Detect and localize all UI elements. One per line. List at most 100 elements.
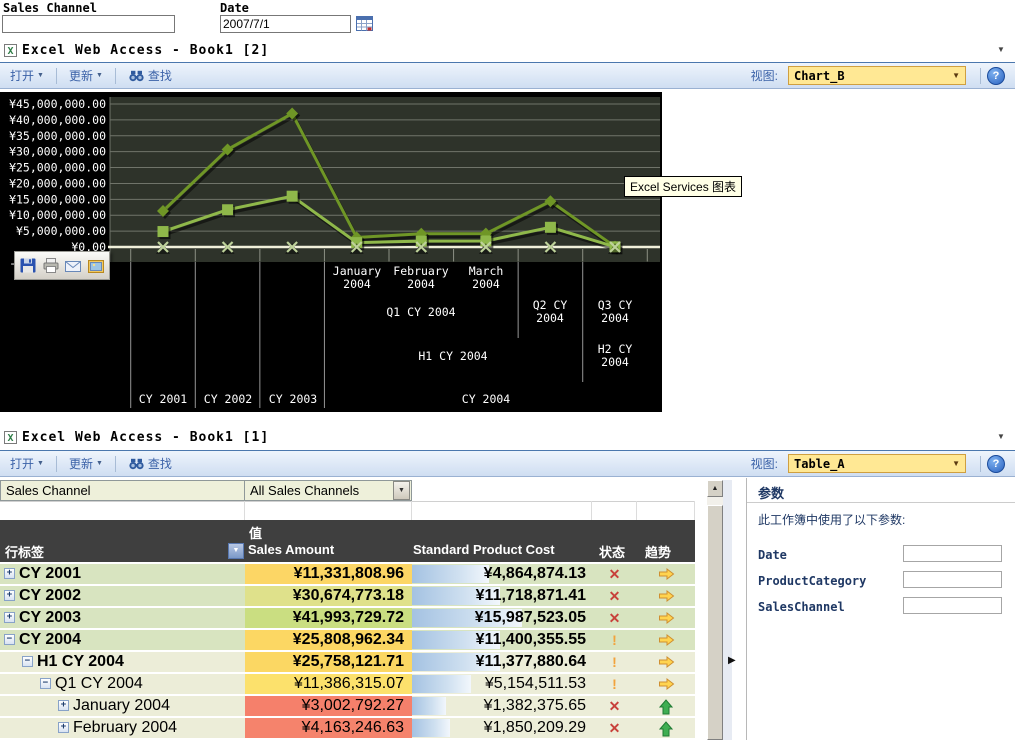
view-select-value: Table_A [794,456,845,471]
expand-toggle[interactable]: − [22,656,33,667]
param-input-date[interactable] [903,545,1002,562]
svg-text:2004: 2004 [343,277,371,291]
data-bar [412,565,489,583]
trend-cell [637,674,695,694]
expand-toggle[interactable]: + [4,568,15,579]
product-cost-value: ¥1,850,209.29 [483,719,586,736]
sales-amount-cell: ¥41,993,729.72 [245,608,412,628]
row-labels-filter-dropdown-icon[interactable]: ▼ [228,543,244,559]
status-cell: ✕ [592,564,637,584]
row-label-cell: − H1 CY 2004 [0,652,245,672]
row-label-cell: + CY 2001 [0,564,245,584]
webpart-chart-title: Excel Web Access - Book1 [2] [22,43,270,58]
status-cell: ✕ [592,586,637,606]
panel-gutter [723,480,732,740]
mail-icon[interactable] [64,255,83,277]
sales-channel-filter-label: Sales Channel [3,1,97,15]
trend-cell [637,652,695,672]
sales-amount-cell: ¥3,002,792.27 [245,696,412,716]
save-icon[interactable] [19,255,38,277]
binoculars-icon [129,458,144,469]
help-icon[interactable]: ? [987,66,1005,85]
svg-text:¥5,000,000.00: ¥5,000,000.00 [16,224,106,238]
row-label: February 2004 [73,719,178,736]
sales-amount-cell: ¥25,808,962.34 [245,630,412,650]
open-menu-button[interactable]: 打开 ▼ [10,455,44,472]
param-label-saleschannel: SalesChannel [758,600,845,614]
table-row: + CY 2002 ¥30,674,773.18 ¥11,718,871.41 ✕ [0,586,695,606]
trend-cell [637,564,695,584]
grid-line [694,501,695,520]
print-icon[interactable] [42,255,61,277]
svg-text:2004: 2004 [601,355,629,369]
parameters-panel: 参数 此工作簿中使用了以下参数: Date ProductCategory Sa… [746,478,1015,740]
svg-text:¥45,000,000.00: ¥45,000,000.00 [9,97,106,111]
table-row: + February 2004 ¥4,163,246.63 ¥1,850,209.29… [0,718,695,738]
sales-amount-cell: ¥25,758,121.71 [245,652,412,672]
refresh-menu-button[interactable]: 更新 ▼ [69,67,103,84]
find-button[interactable]: 查找 [128,455,172,472]
divider [747,502,1015,503]
svg-text:February: February [393,264,448,278]
row-label: CY 2004 [19,631,81,648]
svg-text:H2 CY: H2 CY [598,342,633,356]
image-hover-toolbar [14,251,110,280]
sales-amount-cell: ¥11,331,808.96 [245,564,412,584]
product-cost-value: ¥11,377,880.64 [475,653,586,670]
svg-text:X: X [7,433,13,444]
expand-toggle[interactable]: + [58,722,69,733]
find-button[interactable]: 查找 [128,67,172,84]
refresh-menu-button[interactable]: 更新 ▼ [69,455,103,472]
date-filter-input[interactable] [220,15,351,33]
expand-toggle[interactable]: − [40,678,51,689]
calendar-icon[interactable] [356,15,374,32]
trend-right-icon [658,678,674,691]
chevron-down-icon: ▼ [37,460,44,467]
status-cell: ✕ [592,696,637,716]
table-filter-value[interactable]: All Sales Channels [244,480,412,501]
status-cell: ✕ [592,718,637,738]
expand-right-icon[interactable]: ▶ [728,655,736,666]
date-filter-label: Date [220,1,249,15]
expand-toggle[interactable]: + [4,612,15,623]
param-input-saleschannel[interactable] [903,597,1002,614]
data-bar [412,697,446,715]
status-x-icon: ✕ [608,588,621,604]
row-label: H1 CY 2004 [37,653,124,670]
svg-text:2004: 2004 [601,311,629,325]
scroll-up-icon[interactable]: ▲ [707,480,723,497]
dashboard-page: Sales Channel Date X Excel Web Access - … [0,0,1015,740]
filter-dropdown-icon[interactable]: ▼ [393,481,410,500]
refresh-label: 更新 [68,69,93,83]
svg-text:¥15,000,000.00: ¥15,000,000.00 [9,192,106,206]
expand-toggle[interactable]: − [4,634,15,645]
help-icon[interactable]: ? [987,454,1005,473]
trend-cell [637,696,695,716]
table-filter-value-text: All Sales Channels [250,483,360,498]
toolbar-separator [980,67,981,84]
vertical-scrollbar[interactable]: ▲ [707,480,723,740]
webpart-chart-menu-chevron-down-icon[interactable]: ▼ [997,45,1005,54]
svg-text:CY 2004: CY 2004 [462,392,511,406]
row-label-cell: − Q1 CY 2004 [0,674,245,694]
row-label: January 2004 [73,697,170,714]
svg-text:Q3 CY: Q3 CY [598,298,633,312]
svg-text:¥20,000,000.00: ¥20,000,000.00 [9,176,106,190]
find-label: 查找 [147,457,172,471]
sales-channel-filter-input[interactable] [2,15,175,33]
export-picture-icon[interactable] [87,255,106,277]
expand-toggle[interactable]: + [4,590,15,601]
toolbar-separator [980,455,981,472]
view-select[interactable]: Chart_B ▼ [788,66,966,85]
scrollbar-thumb[interactable] [707,505,723,740]
trend-right-icon [658,634,674,647]
open-label: 打开 [10,457,35,471]
webpart-table-menu-chevron-down-icon[interactable]: ▼ [997,432,1005,441]
view-select[interactable]: Table_A ▼ [788,454,966,473]
param-input-productcategory[interactable] [903,571,1002,588]
open-menu-button[interactable]: 打开 ▼ [10,67,44,84]
expand-toggle[interactable]: + [58,700,69,711]
status-x-icon: ✕ [608,720,621,736]
values-header: 值 [249,526,263,541]
table-row: + CY 2003 ¥41,993,729.72 ¥15,987,523.05 ✕ [0,608,695,628]
